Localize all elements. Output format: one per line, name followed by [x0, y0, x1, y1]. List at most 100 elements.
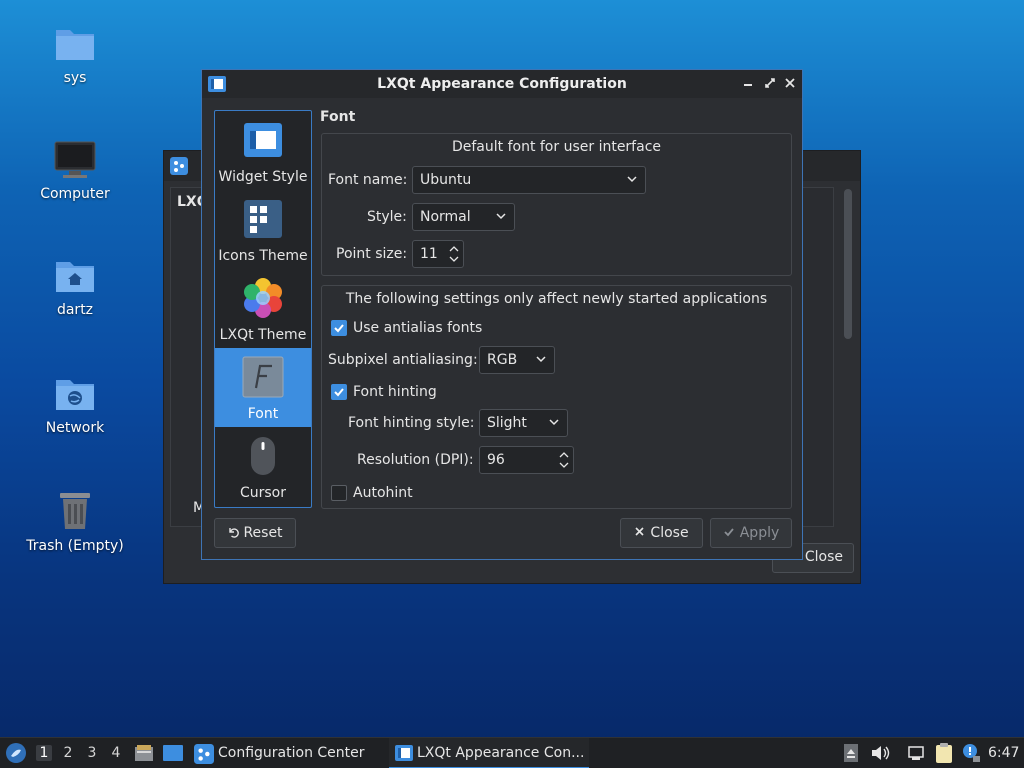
sidebar-item-widget-style[interactable]: Widget Style	[215, 111, 311, 190]
desktop-switch-4[interactable]: 4	[108, 745, 124, 761]
sidebar-item-label: Font	[247, 406, 279, 422]
chevron-down-icon	[627, 176, 637, 183]
network-folder-icon	[56, 380, 94, 410]
style-label: Style:	[367, 209, 407, 225]
hinting-style-label: Font hinting style:	[348, 415, 475, 431]
task-configuration-center[interactable]: Configuration Center	[192, 738, 382, 768]
home-folder-icon	[56, 262, 94, 292]
sidebar-item-label: LXQt Theme	[219, 327, 307, 343]
sidebar-item-cursor[interactable]: Cursor	[215, 427, 311, 506]
appearance-configuration-dialog: LXQt Appearance Configuration Widget Sty…	[201, 69, 803, 560]
desktop-switch-3[interactable]: 3	[84, 745, 100, 761]
font-hinting-label: Font hinting	[353, 384, 437, 400]
reset-button[interactable]: Reset	[214, 518, 296, 548]
close-button[interactable]: Close	[620, 518, 703, 548]
lxqt-menu-icon[interactable]	[5, 742, 27, 764]
desktop-icon-computer[interactable]: Computer	[20, 140, 130, 202]
eject-icon[interactable]	[844, 744, 858, 762]
new-apps-settings-group: The following settings only affect newly…	[321, 285, 792, 509]
font-name-select[interactable]: Ubuntu	[412, 166, 646, 194]
lxqt-theme-icon	[244, 278, 282, 318]
volume-icon[interactable]	[870, 744, 890, 762]
apply-label: Apply	[739, 525, 780, 541]
taskbar: 1 2 3 4 Configuration Center LXQt Appear…	[0, 737, 1024, 768]
category-sidebar: Widget Style Icons Theme LXQt Theme Font…	[214, 110, 312, 508]
close-label: Close	[650, 525, 689, 541]
close-icon	[785, 78, 795, 88]
subpixel-value: RGB	[487, 352, 518, 368]
style-select[interactable]: Normal	[412, 203, 515, 231]
sidebar-item-icons-theme[interactable]: Icons Theme	[215, 190, 311, 269]
trash-icon	[60, 493, 90, 529]
chevron-down-icon	[496, 213, 506, 220]
antialias-label: Use antialias fonts	[353, 320, 483, 336]
desktop-switch-1[interactable]: 1	[36, 745, 52, 761]
minimize-button[interactable]	[740, 75, 756, 91]
chevron-down-icon	[549, 419, 559, 426]
default-font-group: Default font for user interface Font nam…	[321, 133, 792, 276]
desktop-icon-label: sys	[63, 70, 87, 86]
font-name-label: Font name:	[328, 172, 408, 188]
clipboard-icon[interactable]	[934, 742, 954, 764]
dialog-title: LXQt Appearance Configuration	[377, 76, 627, 92]
style-value: Normal	[420, 209, 471, 225]
computer-icon	[54, 141, 96, 178]
point-size-label: Point size:	[336, 246, 408, 262]
autohint-checkbox[interactable]	[331, 485, 347, 501]
file-manager-icon[interactable]	[134, 743, 154, 763]
group-title: The following settings only affect newly…	[345, 291, 768, 307]
resolution-value: 96	[487, 452, 505, 468]
configuration-center-icon	[194, 744, 214, 764]
network-icon[interactable]	[907, 744, 925, 762]
close-icon	[635, 527, 644, 536]
maximize-icon	[765, 78, 775, 88]
task-appearance-configuration[interactable]: LXQt Appearance Con...	[389, 738, 589, 768]
icons-theme-icon	[244, 200, 282, 238]
desktop-icon-label: Computer	[40, 186, 110, 202]
close-window-button[interactable]	[782, 75, 798, 91]
resolution-spinbox[interactable]: 96	[479, 446, 574, 474]
desktop-icon-sys[interactable]: sys	[20, 24, 130, 86]
hinting-style-select[interactable]: Slight	[479, 409, 568, 437]
reset-label: Reset	[243, 525, 283, 541]
desktop-icon-label: dartz	[56, 302, 94, 318]
desktop-icon-dartz[interactable]: dartz	[20, 256, 130, 318]
font-name-value: Ubuntu	[420, 172, 472, 188]
hinting-style-value: Slight	[487, 415, 527, 431]
checkmark-icon	[334, 388, 344, 397]
scrollbar-thumb[interactable]	[844, 189, 852, 339]
apply-button[interactable]: Apply	[710, 518, 792, 548]
mouse-cursor-icon	[251, 437, 275, 475]
scrollbar[interactable]	[842, 187, 854, 527]
subpixel-select[interactable]: RGB	[479, 346, 555, 374]
show-desktop-icon[interactable]	[162, 744, 184, 762]
desktop-icon-network[interactable]: Network	[20, 374, 130, 436]
clock[interactable]: 6:47	[988, 745, 1019, 761]
spin-arrows-icon[interactable]	[449, 244, 459, 264]
antialias-checkbox[interactable]	[331, 320, 347, 336]
checkmark-icon	[724, 528, 734, 537]
dialog-titlebar: LXQt Appearance Configuration	[202, 70, 802, 98]
minimize-icon	[744, 84, 752, 86]
sidebar-item-lxqt-theme[interactable]: LXQt Theme	[215, 269, 311, 348]
undo-icon	[229, 528, 240, 538]
resolution-label: Resolution (DPI):	[357, 452, 474, 468]
desktop-icon-trash[interactable]: Trash (Empty)	[20, 490, 130, 554]
notification-icon[interactable]	[961, 743, 981, 763]
desktop-switch-2[interactable]: 2	[60, 745, 76, 761]
point-size-spinbox[interactable]: 11	[412, 240, 464, 268]
desktop-icon-label: Trash (Empty)	[26, 538, 124, 554]
sidebar-item-label: Widget Style	[218, 169, 308, 185]
group-title: Default font for user interface	[451, 139, 662, 155]
spin-arrows-icon[interactable]	[559, 450, 569, 470]
desktop-icon-label: Network	[45, 420, 105, 436]
task-label: Configuration Center	[218, 745, 365, 761]
checkmark-icon	[334, 324, 344, 333]
font-hinting-checkbox[interactable]	[331, 384, 347, 400]
maximize-button[interactable]	[762, 75, 778, 91]
task-label: LXQt Appearance Con...	[417, 745, 585, 761]
section-title: Font	[320, 109, 356, 125]
sidebar-item-font[interactable]: Font	[215, 348, 311, 427]
point-size-value: 11	[420, 246, 438, 262]
widget-style-icon	[244, 123, 282, 157]
